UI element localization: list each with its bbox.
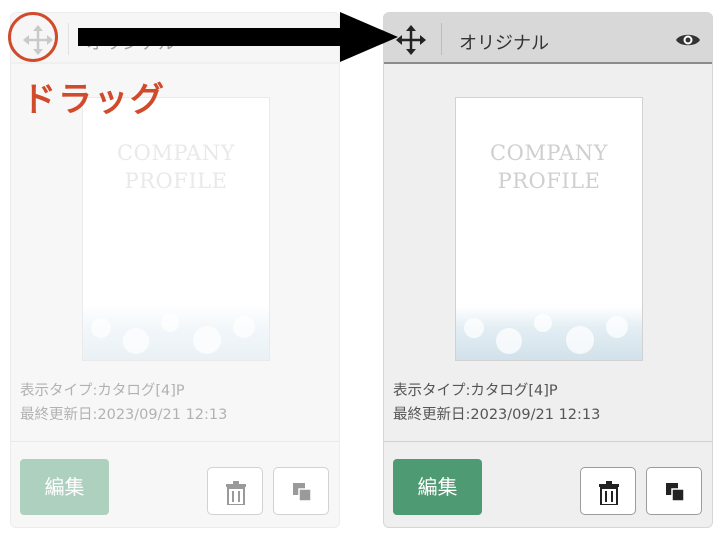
footer-divider xyxy=(384,441,712,442)
template-thumbnail[interactable]: COMPANY PROFILE xyxy=(82,97,270,361)
drag-highlight-circle xyxy=(8,12,58,62)
template-card[interactable]: オリジナル COMPANY PROFILE 表示タイプ:カタログ[4]P 最終更… xyxy=(383,12,713,528)
header-divider xyxy=(441,23,442,55)
last-updated: 最終更新日:2023/09/21 12:13 xyxy=(20,407,228,423)
display-type: 表示タイプ:カタログ[4]P xyxy=(20,383,185,399)
preview-button[interactable] xyxy=(670,23,706,57)
card-header: オリジナル xyxy=(384,13,712,64)
duplicate-button[interactable] xyxy=(646,467,702,515)
display-type: 表示タイプ:カタログ[4]P xyxy=(393,383,558,399)
delete-button[interactable] xyxy=(207,467,263,515)
header-divider xyxy=(68,23,69,55)
drag-annotation-label: ドラッグ xyxy=(22,80,166,120)
thumbnail-title-line2: PROFILE xyxy=(124,169,228,193)
delete-button[interactable] xyxy=(580,467,636,515)
trash-icon xyxy=(599,481,619,505)
copy-icon xyxy=(666,483,685,502)
duplicate-button[interactable] xyxy=(273,467,329,515)
thumbnail-title-line1: COMPANY xyxy=(117,141,235,165)
template-thumbnail[interactable]: COMPANY PROFILE xyxy=(455,97,643,361)
copy-icon xyxy=(293,483,312,502)
card-title: オリジナル xyxy=(459,33,549,54)
eye-icon xyxy=(676,34,700,46)
thumbnail-title-line1: COMPANY xyxy=(490,141,608,165)
edit-button[interactable]: 編集 xyxy=(393,459,482,515)
move-icon[interactable] xyxy=(394,23,428,57)
thumbnail-bokeh-band xyxy=(456,306,642,360)
last-updated: 最終更新日:2023/09/21 12:13 xyxy=(393,407,601,423)
trash-icon xyxy=(226,481,246,505)
edit-button[interactable]: 編集 xyxy=(20,459,109,515)
arrow-right-icon xyxy=(78,12,398,62)
thumbnail-bokeh-band xyxy=(83,306,269,360)
thumbnail-title-line2: PROFILE xyxy=(497,169,601,193)
footer-divider xyxy=(11,441,339,442)
